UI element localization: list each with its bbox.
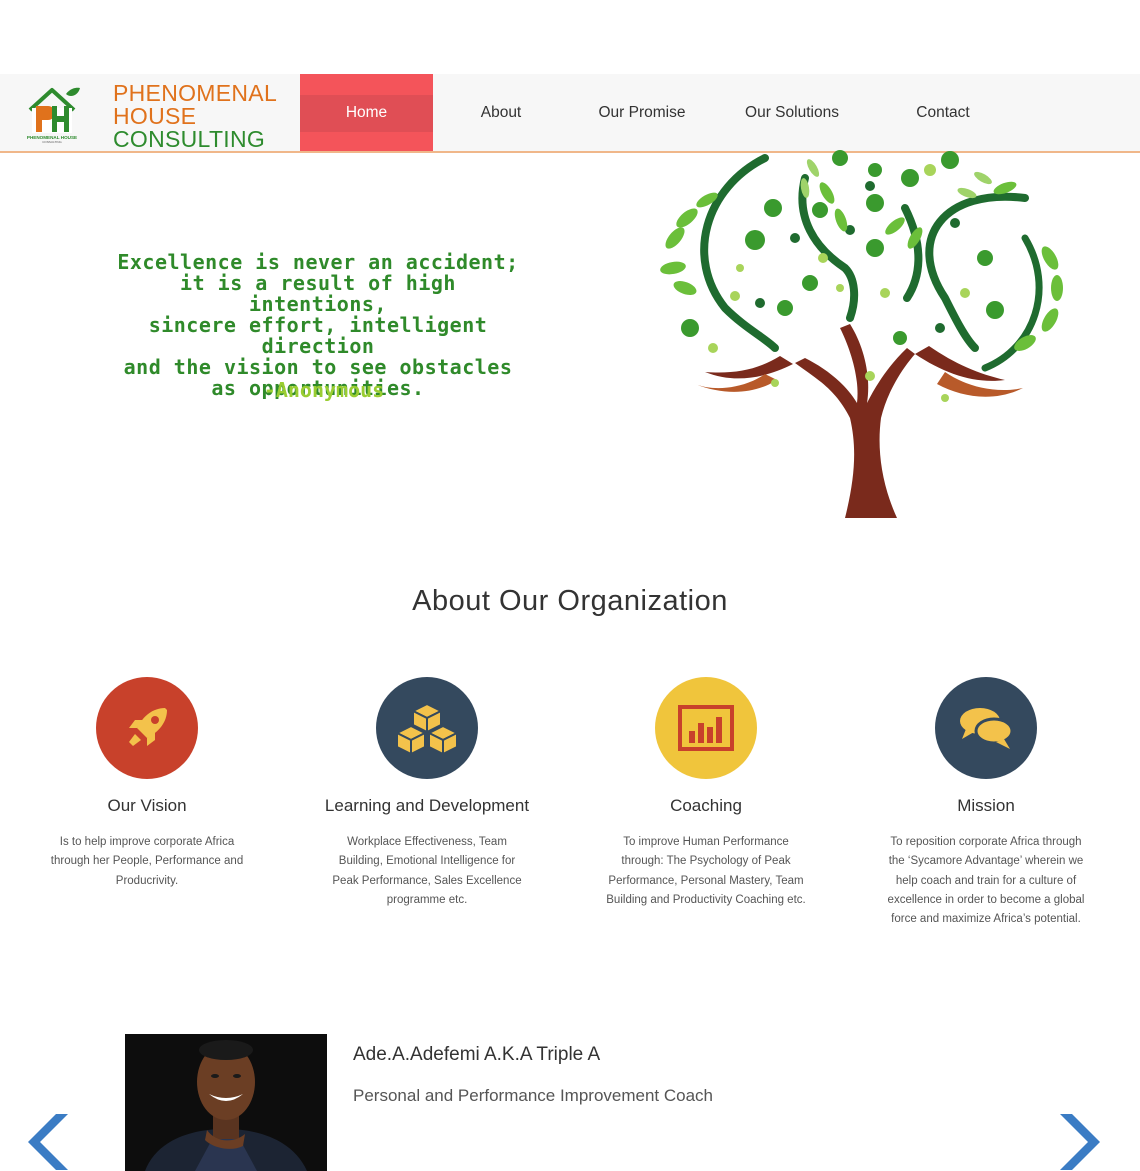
hero-quote: Excellence is never an accident; it is a…	[108, 252, 528, 399]
chat-bubbles-icon	[960, 708, 1014, 749]
nav-home[interactable]: Home	[300, 74, 433, 151]
quote-line: sincere effort, intelligent direction	[148, 313, 488, 358]
bar-chart-icon	[678, 705, 734, 751]
nav-home-label: Home	[345, 104, 388, 121]
feature-our-vision: Our Vision Is to help improve corporate …	[37, 677, 257, 891]
nav-our-solutions[interactable]: Our Solutions	[727, 74, 857, 151]
quote-line: and the vision to see obstacles	[123, 355, 513, 379]
feature-description: To reposition corporate Africa through t…	[887, 836, 1085, 926]
cubes-icon	[396, 703, 458, 755]
nav-our-promise[interactable]: Our Promise	[582, 74, 702, 151]
about-section-title: About Our Organization	[412, 585, 728, 617]
slider-next-icon[interactable]	[1056, 1112, 1100, 1171]
feature-title: Coaching	[670, 796, 742, 815]
rocket-icon	[129, 708, 167, 746]
tree-hands-illustration	[660, 150, 1063, 518]
nav-about-label: About	[480, 104, 522, 121]
feature-title: Our Vision	[107, 796, 187, 815]
nav-about[interactable]: About	[450, 74, 552, 151]
quote-author: -Anonymous	[263, 378, 385, 402]
nav-contact-label: Contact	[916, 104, 970, 121]
nav-our-solutions-label: Our Solutions	[745, 104, 839, 121]
brand-line-3: CONSULTING	[113, 126, 266, 152]
feature-coaching: Coaching To improve Human Performance th…	[596, 677, 816, 910]
feature-description: To improve Human Performance through: Th…	[606, 836, 806, 906]
quote-line: Excellence is never an accident;	[117, 250, 519, 274]
profile-photo	[125, 1034, 327, 1171]
brand-line-1: PHENOMENAL	[113, 80, 278, 106]
nav-our-promise-label: Our Promise	[598, 104, 686, 121]
feature-title: Learning and Development	[324, 796, 530, 815]
feature-mission: Mission To reposition corporate Africa t…	[876, 677, 1096, 929]
feature-circle	[655, 677, 757, 779]
feature-circle	[96, 677, 198, 779]
feature-circle	[376, 677, 478, 779]
brand-name[interactable]: PHENOMENAL HOUSE CONSULTING	[113, 82, 277, 151]
brand-line-2: HOUSE	[113, 103, 197, 129]
feature-learning-development: Learning and Development Workplace Effec…	[317, 677, 537, 910]
logo-icon[interactable]: PHENOMENAL HOUSE CONSULTING	[22, 82, 82, 144]
profile-role: Personal and Performance Improvement Coa…	[353, 1086, 714, 1105]
quote-line: it is a result of high intentions,	[180, 271, 456, 316]
nav-contact[interactable]: Contact	[892, 74, 994, 151]
feature-description: Is to help improve corporate Africa thro…	[50, 836, 244, 887]
feature-circle	[935, 677, 1037, 779]
feature-description: Workplace Effectiveness, Team Building, …	[332, 836, 522, 906]
site-header: PHENOMENAL HOUSE CONSULTING PHENOMENAL H…	[0, 74, 1140, 153]
svg-text:CONSULTING: CONSULTING	[42, 140, 62, 144]
slider-prev-icon[interactable]	[28, 1112, 72, 1171]
feature-title: Mission	[957, 796, 1015, 815]
profile-name: Ade.A.Adefemi A.K.A Triple A	[353, 1044, 601, 1065]
